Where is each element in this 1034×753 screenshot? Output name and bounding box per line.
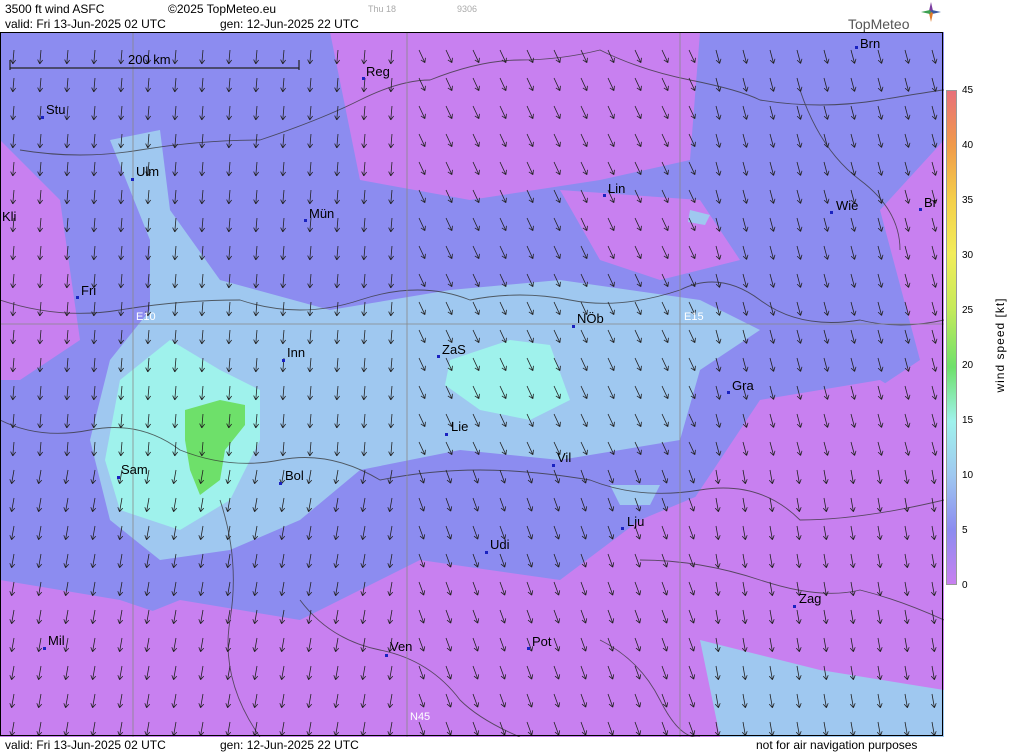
legend-tick: 35: [962, 195, 974, 206]
city-label: Kli: [2, 209, 17, 224]
wind-speed-field: [0, 32, 944, 737]
city-label: Mil: [48, 633, 65, 648]
city-label: Vil: [557, 450, 571, 465]
legend-tick: 20: [962, 360, 974, 371]
grid-label-e10: E10: [136, 311, 156, 323]
city-label: Brn: [860, 36, 880, 51]
city-marker: ZaS: [437, 342, 466, 358]
city-marker: NÖb: [572, 311, 604, 328]
city-label: Lju: [627, 514, 644, 529]
city-label: Br: [924, 195, 938, 210]
footer-generated-time: gen: 12-Jun-2025 22 UTC: [220, 738, 359, 752]
city-marker: Sam: [117, 462, 148, 479]
generated-time: gen: 12-Jun-2025 22 UTC: [220, 17, 359, 31]
topmeteo-logo: TopMeteo: [848, 16, 910, 32]
legend-tick: 10: [962, 470, 974, 481]
city-label: Gra: [732, 378, 754, 393]
legend-panel: [944, 0, 1034, 753]
city-marker: Gra: [727, 378, 754, 394]
compass-logo-icon: [920, 1, 942, 26]
city-marker: Ulm: [131, 164, 159, 181]
footer-bar: valid: Fri 13-Jun-2025 02 UTC gen: 12-Ju…: [0, 737, 944, 753]
wind-map: 200 km E10 E15 N45 Brn Reg Stu Ulm Lin W…: [0, 32, 944, 737]
grid-label-n45: N45: [410, 711, 430, 723]
footer-valid-time: valid: Fri 13-Jun-2025 02 UTC: [5, 738, 166, 752]
city-label: Ulm: [136, 164, 159, 179]
city-label: Zag: [799, 591, 821, 606]
city-label: Ven: [390, 639, 412, 654]
valid-time: valid: Fri 13-Jun-2025 02 UTC: [5, 17, 166, 31]
city-label: Lie: [451, 419, 468, 434]
city-label: Bol: [285, 468, 304, 483]
faint-day-label: Thu 18: [368, 4, 397, 14]
city-label: Reg: [366, 64, 390, 79]
header-bar: 3500 ft wind ASFC ©2025 TopMeteo.eu Thu …: [0, 0, 944, 32]
scale-bar-label: 200 km: [128, 52, 171, 67]
legend-tick: 25: [962, 305, 974, 316]
city-label: Pot: [532, 634, 552, 649]
grid-label-e15: E15: [684, 311, 704, 323]
product-title: 3500 ft wind ASFC: [5, 2, 105, 16]
city-label: Inn: [287, 345, 305, 360]
city-label: Lin: [608, 181, 625, 196]
copyright-text: ©2025 TopMeteo.eu: [168, 2, 277, 16]
faint-code-label: 9306: [457, 4, 478, 14]
footer-disclaimer: not for air navigation purposes: [756, 738, 918, 752]
city-marker: Kli: [2, 209, 17, 224]
legend-tick: 30: [962, 250, 974, 261]
city-label: Udi: [490, 537, 510, 552]
city-marker: Mün: [304, 206, 334, 222]
legend-tick: 5: [962, 525, 968, 536]
city-label: Wie: [836, 198, 858, 213]
city-label: Sam: [121, 462, 148, 477]
city-label: Fri: [81, 283, 96, 298]
city-label: ZaS: [442, 342, 466, 357]
legend-tick: 45: [962, 85, 974, 96]
legend-tick: 40: [962, 140, 974, 151]
wind-speed-colorbar: [946, 90, 957, 585]
city-label: Stu: [46, 102, 66, 117]
legend-title: wind speed [kt]: [993, 297, 1007, 393]
city-label: Mün: [309, 206, 334, 221]
city-marker: Reg: [362, 64, 390, 80]
legend-tick: 15: [962, 415, 974, 426]
city-label: NÖb: [577, 311, 604, 326]
legend-tick: 0: [962, 580, 968, 591]
